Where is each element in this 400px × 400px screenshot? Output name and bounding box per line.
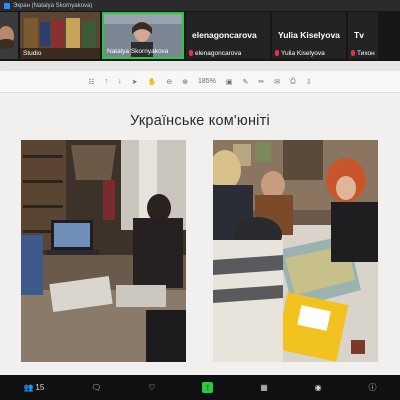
slide-photo-group [213,140,378,362]
window-title: Экран (Natalya Skornyakova) [13,2,93,9]
print-icon[interactable]: ⎙ [290,78,296,86]
draw-icon[interactable]: ✏ [258,78,264,86]
comment-icon[interactable]: ✉ [274,78,280,86]
participant-name: Yulia Kiselyova [281,50,325,57]
document-title-bar: ... [0,61,400,71]
group-photo [213,140,378,362]
info-icon: ⓘ [368,383,377,392]
mic-muted-icon [275,50,279,57]
participant-display-name: Tv [354,30,364,40]
select-cursor-icon[interactable]: ➤ [132,78,138,86]
participant-tile-active-speaker[interactable]: Natalya Skornyakova [102,12,184,59]
info-button[interactable]: ⓘ [369,382,377,393]
participant-name: Studio [23,50,42,57]
zoom-in-icon[interactable]: ⊕ [182,78,188,86]
mic-muted-icon [351,50,355,57]
participant-tile[interactable]: elenagoncarova elenagoncarova [186,12,270,59]
participant-name: elenagoncarova [195,50,242,57]
apps-button[interactable]: ▦ [260,383,268,392]
mic-muted-icon [189,50,193,57]
participant-tile[interactable]: Yulia Kiselyova Yulia Kiselyova [272,12,346,59]
window-title-bar: Экран (Natalya Skornyakova) [0,0,400,11]
heart-icon: ♡ [148,383,156,392]
participants-button[interactable]: 👥 15 [23,383,44,392]
zoom-level[interactable]: 185% [198,78,216,85]
record-button[interactable]: ◉ [315,383,322,392]
participant-tile[interactable]: Tv Тихон [348,12,378,59]
slide-title: Українське ком'юніті [130,113,270,129]
participant-gallery: Studio Natalya Skornyakova elenagoncarov… [0,11,400,61]
meeting-controls-bar: 👥 15 🗨 ♡ ↑ ▦ ◉ ⓘ [0,375,400,400]
share-screen-button[interactable]: ↑ [202,382,214,393]
record-icon: ◉ [314,383,322,392]
shared-screen: ... ☷ ↑ ↓ ➤ ✋ ⊖ ⊕ 185% ▣ ✎ ✏ ✉ ⎙ ⇩ Украї… [0,61,400,375]
document-title: ... [2,63,6,68]
chat-button[interactable]: 🗨 [91,383,101,392]
pdf-viewer-toolbar: ☷ ↑ ↓ ➤ ✋ ⊖ ⊕ 185% ▣ ✎ ✏ ✉ ⎙ ⇩ [0,71,400,93]
participants-icon: 👥 [23,383,34,392]
participant-tile[interactable]: Studio [20,12,100,59]
apps-icon: ▦ [260,383,268,392]
slide-photo-workshop [21,140,186,362]
highlight-icon[interactable]: ✎ [243,78,249,86]
reactions-button[interactable]: ♡ [148,383,155,392]
hand-tool-icon[interactable]: ✋ [148,78,157,86]
sidebar-toggle-icon[interactable]: ☷ [88,78,94,86]
zoom-logo-icon [4,2,10,9]
share-screen-icon: ↑ [202,382,214,393]
page-up-icon[interactable]: ↑ [105,78,109,85]
participant-name: Тихон [357,50,375,57]
page-down-icon[interactable]: ↓ [118,78,122,85]
beard-shape [0,39,14,49]
fit-page-icon[interactable]: ▣ [226,78,233,86]
participant-name: Natalya Skornyakova [107,48,169,55]
participant-tile[interactable] [0,12,18,59]
participant-display-name: Yulia Kiselyova [278,30,340,40]
save-icon[interactable]: ⇩ [306,78,312,86]
zoom-out-icon[interactable]: ⊖ [166,78,172,86]
participant-display-name: elenagoncarova [192,30,257,40]
chat-icon: 🗨 [91,383,102,392]
workshop-photo [21,140,186,362]
participants-count: 15 [35,383,45,392]
